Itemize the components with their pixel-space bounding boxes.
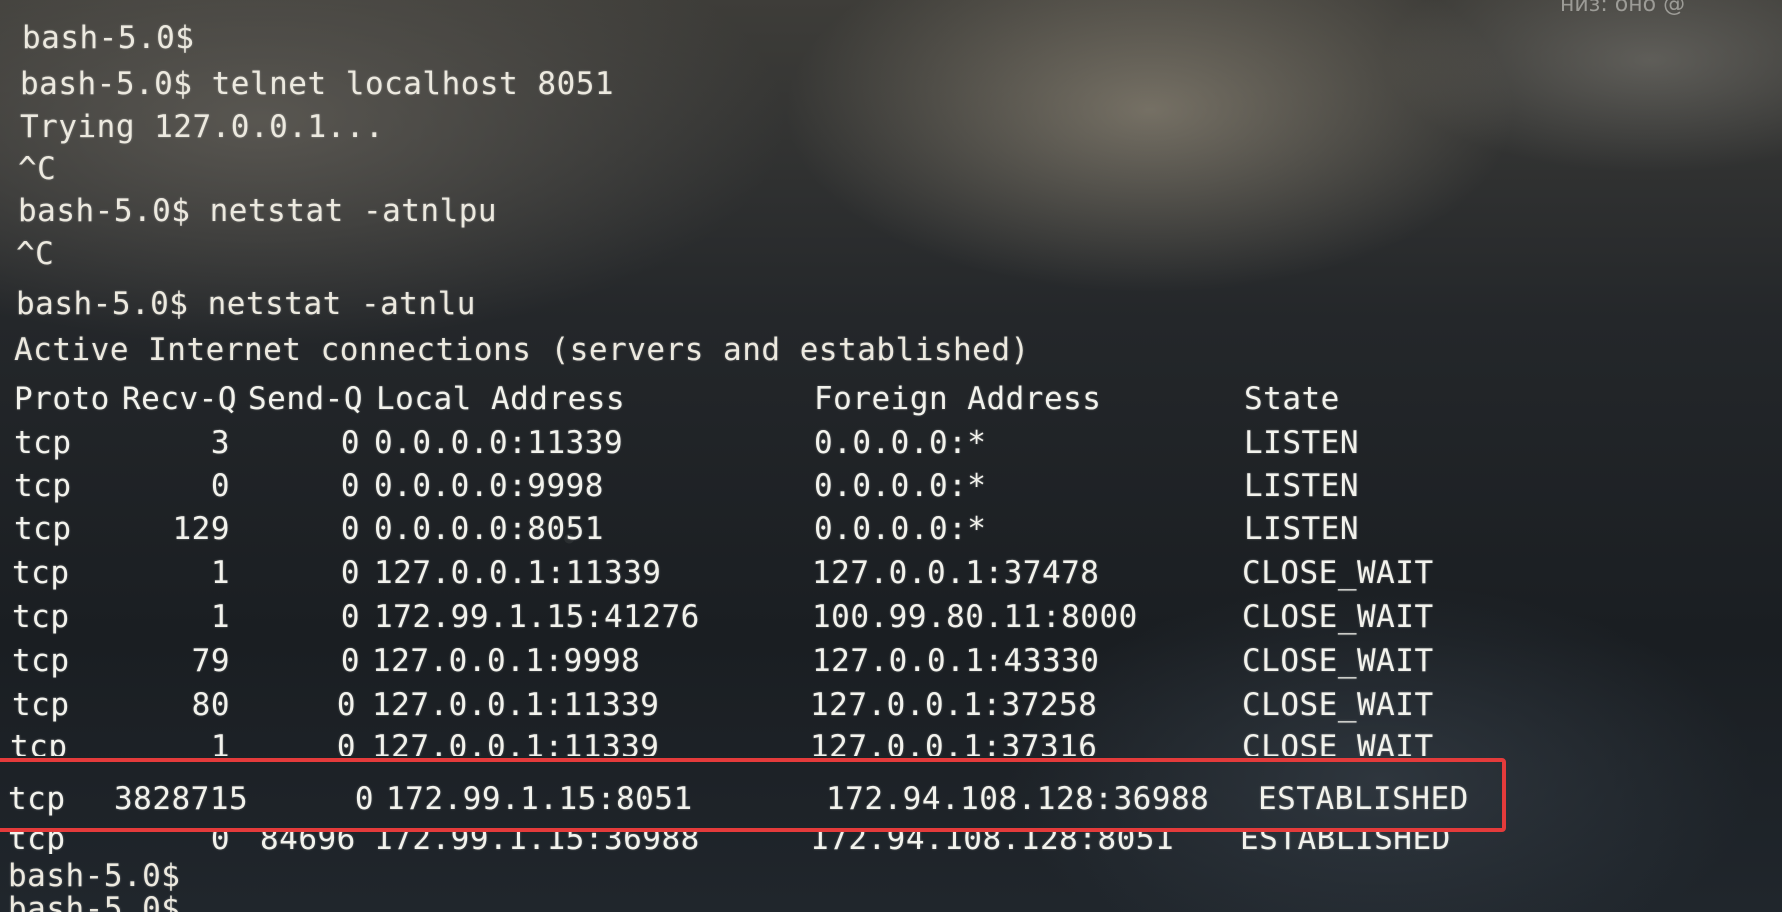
cell-sendq: 0 [340, 468, 360, 504]
header-proto: Proto [14, 381, 110, 417]
cell-foreign: 100.99.80.11:8000 [812, 599, 1138, 635]
terminal-line: bash-5.0$ telnet localhost 8051 [20, 66, 615, 102]
header-foreign: Foreign Address [814, 381, 1102, 417]
cell-local: 127.0.0.1:9998 [372, 643, 641, 679]
cell-proto: tcp [8, 832, 66, 854]
cell-recvq: 1 [210, 555, 230, 591]
terminal-photo: низ: оно @ • bash-5.0$ bash-5.0$ telnet … [0, 0, 1782, 912]
cell-local: 0.0.0.0:11339 [374, 425, 624, 461]
table-row: tcp 79 0 127.0.0.1:9998 127.0.0.1:43330 … [0, 640, 1782, 682]
cell-foreign: 127.0.0.1:37258 [810, 687, 1098, 723]
terminal-line: bash-5.0$ [8, 892, 181, 912]
highlight-box [0, 758, 1506, 832]
terminal-line: ^C [18, 151, 57, 187]
cell-local: 172.99.1.15:36988 [374, 832, 700, 854]
cell-foreign: 127.0.0.1:37478 [812, 555, 1100, 591]
terminal-line: bash-5.0$ netstat -atnlu [16, 286, 476, 322]
cell-local: 127.0.0.1:11339 [374, 555, 662, 591]
cell-proto: tcp [10, 729, 68, 756]
terminal-line: bash-5.0$ netstat -atnlpu [18, 193, 498, 229]
cell-state: ESTABLISHED [1240, 832, 1451, 854]
cell-state: CLOSE_WAIT [1242, 599, 1434, 635]
header-local: Local Address [376, 381, 626, 417]
cell-proto: tcp [12, 643, 70, 679]
cell-recvq: 129 [172, 511, 230, 547]
cell-recvq: 0 [210, 832, 230, 854]
cell-local: 127.0.0.1:11339 [372, 729, 660, 756]
table-row: tcp 80 0 127.0.0.1:11339 127.0.0.1:37258… [0, 684, 1782, 726]
cell-foreign: 0.0.0.0:* [814, 425, 987, 461]
cell-state: CLOSE_WAIT [1242, 729, 1434, 756]
header-state: State [1244, 381, 1340, 417]
cell-recvq: 1 [210, 599, 230, 635]
cell-proto: tcp [14, 511, 72, 547]
cell-sendq: 0 [336, 729, 356, 756]
cell-state: CLOSE_WAIT [1242, 643, 1434, 679]
terminal-line: bash-5.0$ [22, 20, 195, 56]
cell-proto: tcp [12, 687, 70, 723]
cell-recvq: 1 [210, 729, 230, 756]
table-header: Proto Recv-Q Send-Q Local Address Foreig… [0, 378, 1782, 420]
cell-foreign: 127.0.0.1:43330 [812, 643, 1100, 679]
table-row: tcp 1 0 127.0.0.1:11339 127.0.0.1:37478 … [0, 552, 1782, 594]
cell-local: 127.0.0.1:11339 [372, 687, 660, 723]
cell-recvq: 79 [191, 643, 230, 679]
terminal-line: ^C [16, 236, 55, 272]
header-sendq: Send-Q [248, 381, 363, 417]
cell-sendq: 0 [340, 511, 360, 547]
cell-proto: tcp [14, 425, 72, 461]
cell-recvq: 3 [210, 425, 230, 461]
terminal-line: Active Internet connections (servers and… [14, 332, 1030, 368]
cell-sendq: 0 [340, 555, 360, 591]
cell-recvq: 80 [191, 687, 230, 723]
cell-local: 172.99.1.15:41276 [374, 599, 700, 635]
cell-sendq: 0 [340, 425, 360, 461]
corner-text: низ: оно @ [1560, 0, 1686, 17]
cell-recvq: 0 [210, 468, 230, 504]
cell-sendq: 0 [336, 687, 356, 723]
cell-state: CLOSE_WAIT [1242, 687, 1434, 723]
table-row: tcp 3 0 0.0.0.0:11339 0.0.0.0:* LISTEN [0, 422, 1782, 464]
terminal-line-partial: bash-5.0$ [0, 892, 300, 912]
cell-local: 0.0.0.0:9998 [374, 468, 604, 504]
table-row: tcp 1 0 127.0.0.1:11339 127.0.0.1:37316 … [0, 726, 1782, 756]
cell-foreign: 0.0.0.0:* [814, 511, 987, 547]
cell-state: LISTEN [1244, 425, 1359, 461]
cell-sendq: 0 [340, 599, 360, 635]
cell-state: LISTEN [1244, 511, 1359, 547]
table-row: tcp 0 84696 172.99.1.15:36988 172.94.108… [0, 832, 1782, 854]
cell-local: 0.0.0.0:8051 [374, 511, 604, 547]
cell-foreign: 172.94.108.128:8051 [810, 832, 1175, 854]
table-row: tcp 1 0 172.99.1.15:41276 100.99.80.11:8… [0, 596, 1782, 638]
cell-proto: tcp [12, 599, 70, 635]
cell-sendq: 84696 [260, 832, 356, 854]
cell-proto: tcp [12, 555, 70, 591]
cell-state: CLOSE_WAIT [1242, 555, 1434, 591]
cell-foreign: 127.0.0.1:37316 [810, 729, 1098, 756]
table-row: tcp 0 0 0.0.0.0:9998 0.0.0.0:* LISTEN [0, 465, 1782, 507]
cell-proto: tcp [14, 468, 72, 504]
cell-foreign: 0.0.0.0:* [814, 468, 987, 504]
terminal-line: bash-5.0$ [8, 858, 181, 894]
table-row: tcp 129 0 0.0.0.0:8051 0.0.0.0:* LISTEN [0, 508, 1782, 550]
cell-state: LISTEN [1244, 468, 1359, 504]
cell-sendq: 0 [340, 643, 360, 679]
header-recvq: Recv-Q [122, 381, 237, 417]
terminal-line: Trying 127.0.0.1... [20, 109, 385, 145]
